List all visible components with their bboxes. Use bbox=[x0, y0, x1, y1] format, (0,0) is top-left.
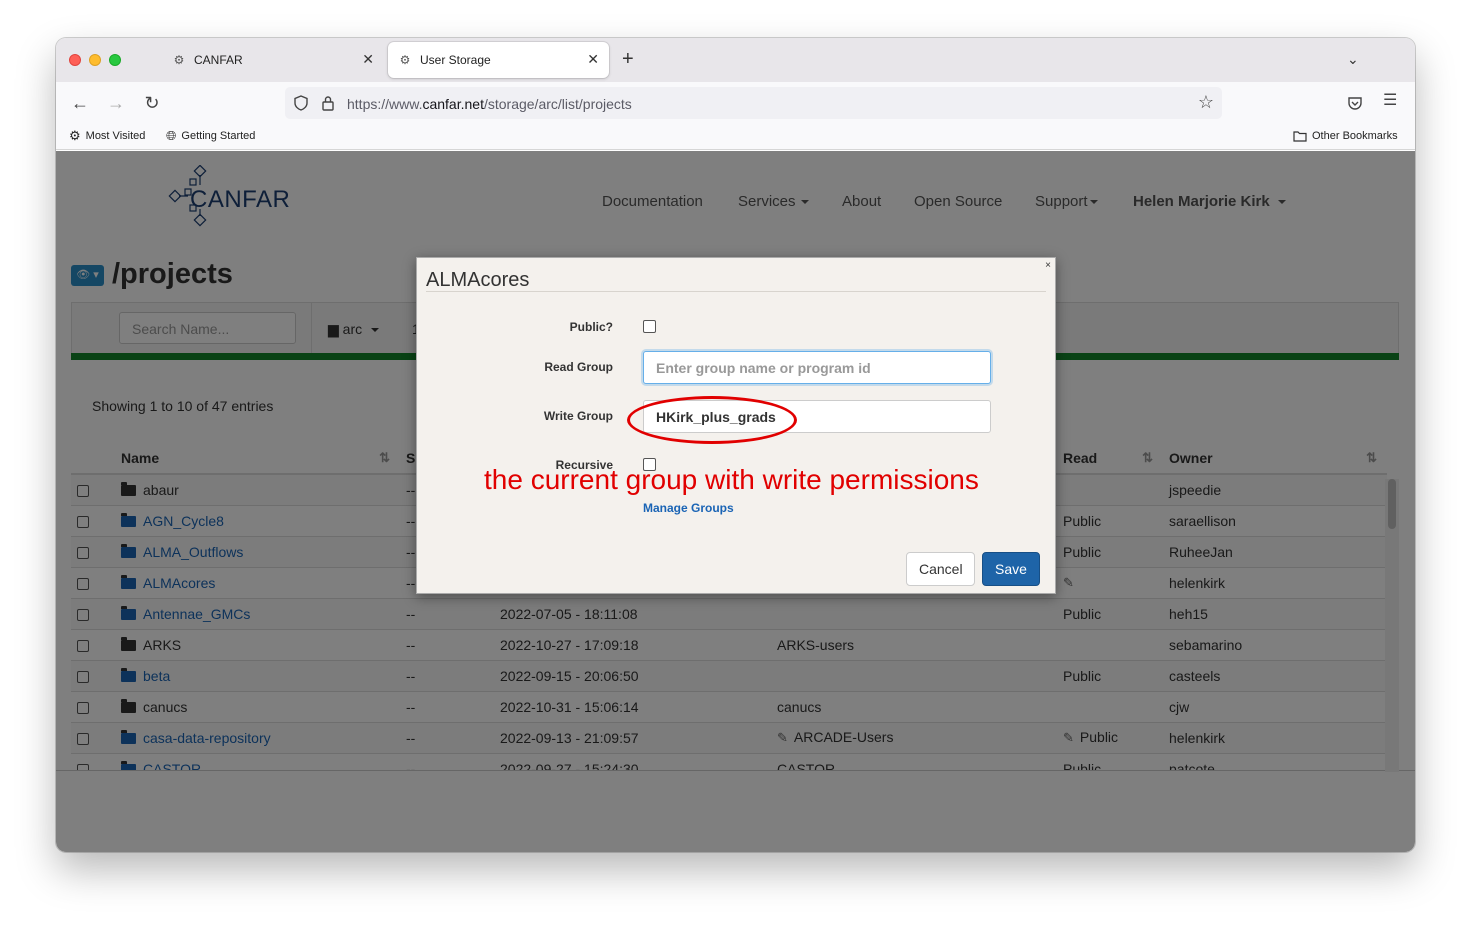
url-path: /storage/arc/list/projects bbox=[483, 96, 632, 112]
browser-window: ⚙ CANFAR ✕ ⚙ User Storage ✕ + ⌄ ← → ↻ ht… bbox=[56, 38, 1415, 852]
bookmark-star-icon[interactable]: ☆ bbox=[1198, 92, 1214, 113]
public-label: Public? bbox=[569, 320, 613, 334]
back-arrow-icon[interactable]: ← bbox=[67, 90, 93, 116]
tab-label: User Storage bbox=[420, 53, 491, 67]
close-dialog-button[interactable]: × bbox=[1045, 260, 1051, 271]
lock-icon[interactable] bbox=[321, 95, 335, 111]
annotation-ellipse bbox=[627, 396, 797, 444]
shield-icon[interactable] bbox=[293, 95, 309, 111]
write-group-label: Write Group bbox=[543, 409, 613, 423]
list-tabs-chevron-icon[interactable]: ⌄ bbox=[1347, 51, 1359, 68]
tab-label: CANFAR bbox=[194, 53, 243, 67]
minimize-window-button[interactable] bbox=[89, 54, 101, 66]
close-tab-icon[interactable]: ✕ bbox=[587, 52, 599, 66]
pocket-icon[interactable] bbox=[1347, 95, 1363, 111]
bookmark-most-visited[interactable]: ⚙ Most Visited bbox=[69, 128, 146, 143]
url-text[interactable]: https://www.canfar.net/storage/arc/list/… bbox=[347, 96, 632, 112]
bookmark-label: Other Bookmarks bbox=[1312, 130, 1398, 142]
bookmark-label: Most Visited bbox=[85, 130, 146, 142]
new-tab-button[interactable]: + bbox=[622, 48, 634, 70]
close-tab-icon[interactable]: ✕ bbox=[362, 52, 374, 66]
dialog-title: ALMAcores bbox=[426, 269, 530, 291]
zoom-window-button[interactable] bbox=[109, 54, 121, 66]
reload-icon[interactable]: ↻ bbox=[139, 90, 165, 116]
bookmark-getting-started[interactable]: 🌐︎ Getting Started bbox=[166, 128, 256, 143]
cancel-button[interactable]: Cancel bbox=[906, 552, 975, 586]
close-window-button[interactable] bbox=[69, 54, 81, 66]
read-group-input[interactable]: Enter group name or program id bbox=[643, 351, 991, 384]
hamburger-menu-icon[interactable]: ☰ bbox=[1383, 90, 1397, 110]
url-bar[interactable]: https://www.canfar.net/storage/arc/list/… bbox=[285, 87, 1222, 119]
folder-icon bbox=[1293, 131, 1307, 142]
globe-icon: 🌐︎ bbox=[166, 128, 177, 143]
save-button[interactable]: Save bbox=[982, 552, 1040, 586]
canfar-favicon-icon: ⚙ bbox=[399, 53, 411, 67]
web-page: CANFAR Documentation Services About Open… bbox=[56, 151, 1415, 852]
read-group-label: Read Group bbox=[544, 360, 613, 374]
tab-strip: ⚙ CANFAR ✕ ⚙ User Storage ✕ + ⌄ bbox=[56, 38, 1415, 82]
manage-groups-link[interactable]: Manage Groups bbox=[643, 501, 734, 515]
bookmark-other[interactable]: Other Bookmarks bbox=[1293, 130, 1398, 142]
url-scheme: https://www. bbox=[347, 96, 423, 112]
tab-canfar[interactable]: ⚙ CANFAR ✕ bbox=[162, 42, 384, 78]
canfar-favicon-icon: ⚙ bbox=[173, 53, 185, 67]
dialog-divider bbox=[426, 291, 1046, 292]
permissions-dialog: ALMAcores × Public? Read Group Enter gro… bbox=[416, 257, 1056, 594]
gear-icon: ⚙ bbox=[69, 128, 81, 143]
forward-arrow-icon[interactable]: → bbox=[103, 90, 129, 116]
public-checkbox[interactable] bbox=[643, 320, 656, 333]
navigation-bar: ← → ↻ https://www.canfar.net/storage/arc… bbox=[56, 82, 1415, 124]
bookmarks-toolbar: ⚙ Most Visited 🌐︎ Getting Started Other … bbox=[56, 124, 1415, 150]
bookmark-label: Getting Started bbox=[181, 130, 256, 142]
url-domain: canfar.net bbox=[422, 96, 484, 112]
tab-user-storage[interactable]: ⚙ User Storage ✕ bbox=[388, 42, 609, 78]
annotation-text: the current group with write permissions bbox=[484, 464, 979, 495]
